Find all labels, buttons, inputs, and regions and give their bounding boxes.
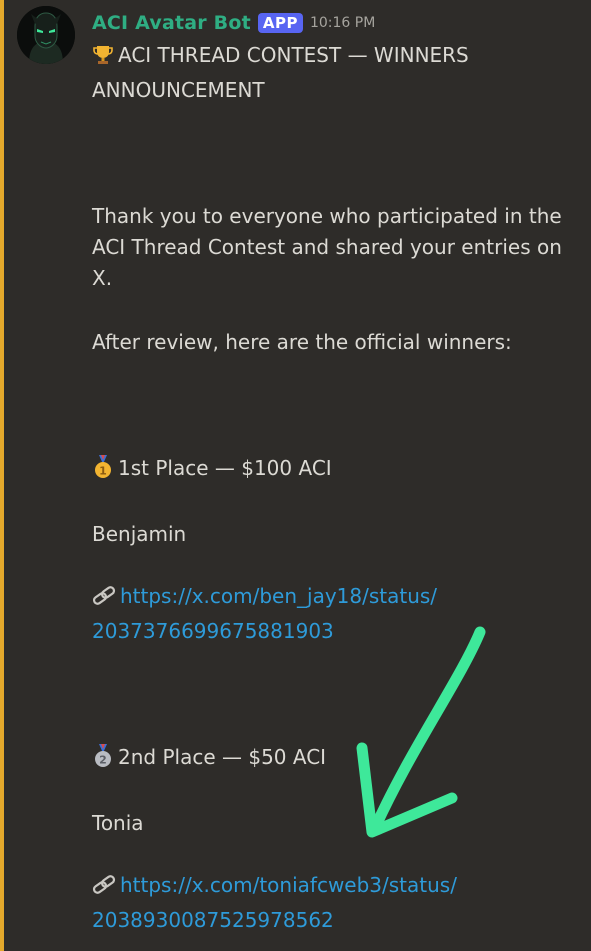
svg-text:2: 2 [99, 754, 107, 767]
first-link-text-2[interactable]: 2037376699675881903 [92, 616, 584, 647]
mention-highlight-bar [0, 0, 4, 951]
thanks-line-3: X. [92, 266, 113, 290]
title-line-1: ACI THREAD CONTEST — WINNERS [92, 40, 584, 75]
link-icon [92, 585, 116, 616]
avatar[interactable] [17, 6, 75, 64]
svg-text:1: 1 [99, 465, 107, 478]
second-link-text-1[interactable]: https://x.com/toniafcweb3/status/ [120, 873, 457, 897]
author-name[interactable]: ACI Avatar Bot [92, 12, 251, 34]
message-header: ACI Avatar Bot APP 10:16 PM [92, 8, 375, 38]
review-line: After review, here are the official winn… [92, 330, 512, 354]
message-content: ACI THREAD CONTEST — WINNERS ANNOUNCEMEN… [92, 40, 584, 936]
thanks-line-1: Thank you to everyone who participated i… [92, 204, 562, 228]
thanks-line-2: ACI Thread Contest and shared your entri… [92, 235, 562, 259]
silver-medal-icon: 2 [92, 744, 114, 777]
gold-medal-icon: 1 [92, 455, 114, 488]
second-place-text: 2nd Place — $50 ACI [118, 745, 327, 769]
second-place-line: 2 2nd Place — $50 ACI [92, 742, 584, 777]
app-badge: APP [257, 13, 303, 33]
first-place-text: 1st Place — $100 ACI [118, 456, 332, 480]
link-icon [92, 874, 116, 905]
arrow-annotation-icon [356, 626, 486, 838]
second-place-name: Tonia [92, 811, 144, 835]
first-place-name: Benjamin [92, 522, 187, 546]
timestamp[interactable]: 10:16 PM [310, 15, 375, 31]
first-link-text-1[interactable]: https://x.com/ben_jay18/status/ [120, 584, 437, 608]
first-place-line: 1 1st Place — $100 ACI [92, 453, 584, 488]
second-link-text-2[interactable]: 2038930087525978562 [92, 905, 584, 936]
first-place-link[interactable]: https://x.com/ben_jay18/status/ [92, 581, 584, 616]
title-line-2: ANNOUNCEMENT [92, 78, 265, 102]
trophy-icon [92, 44, 114, 75]
title-text: ACI THREAD CONTEST — WINNERS [118, 43, 469, 67]
second-place-link[interactable]: https://x.com/toniafcweb3/status/ [92, 870, 584, 905]
